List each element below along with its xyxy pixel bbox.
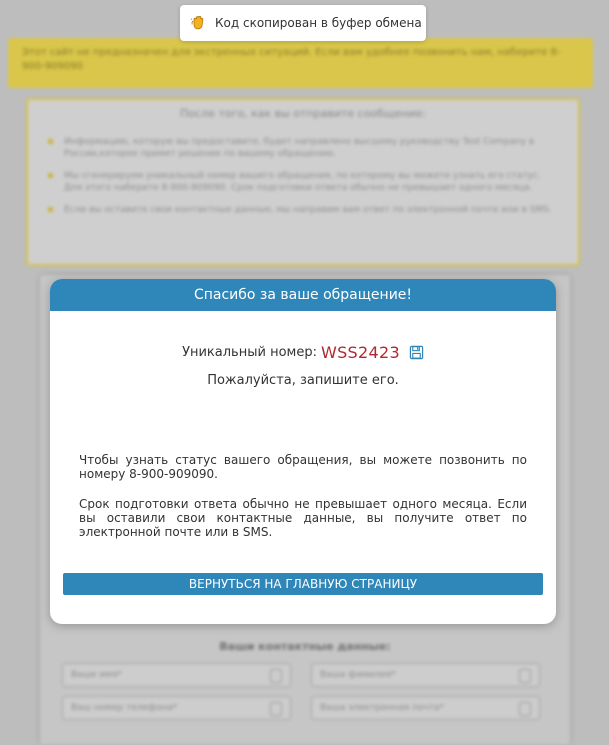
list-item: Если вы оставите свои контактные данные,… <box>48 204 560 216</box>
name-placeholder: Ваше имя* <box>71 670 122 680</box>
toast-text: Код скопирован в буфер обмена <box>215 16 422 30</box>
name-field[interactable]: Ваше имя* <box>62 663 291 687</box>
phone-placeholder: Ваш номер телефона* <box>71 703 178 713</box>
floppy-save-icon[interactable] <box>409 345 424 360</box>
clapping-hand-icon <box>190 15 204 30</box>
unique-number-value: WSS2423 <box>320 343 400 362</box>
copied-toast: Код скопирован в буфер обмена <box>180 5 426 41</box>
thank-you-modal: Спасибо за ваше обращение! Уникальный но… <box>50 279 556 624</box>
after-submit-list: Информацию, которую вы предоставите, буд… <box>46 136 560 216</box>
surname-field[interactable]: Ваша фамилия* <box>311 663 540 687</box>
contact-section-title: Ваши контактные данные: <box>219 640 391 653</box>
after-submit-title: После того, как вы отправите сообщение: <box>180 107 426 120</box>
envelope-icon <box>519 702 531 716</box>
list-item: Мы сгенерируем уникальный номер вашего о… <box>48 170 560 194</box>
surname-placeholder: Ваша фамилия* <box>320 670 396 680</box>
phone-field[interactable]: Ваш номер телефона* <box>62 696 291 720</box>
unique-number-row: Уникальный номер: WSS2423 <box>50 343 556 362</box>
user-icon <box>270 669 282 683</box>
after-submit-info: После того, как вы отправите сообщение: … <box>26 98 580 266</box>
response-time-text: Срок подготовки ответа обычно не превыша… <box>79 497 527 539</box>
modal-title: Спасибо за ваше обращение! <box>50 279 556 311</box>
phone-icon <box>270 702 282 716</box>
user-icon <box>519 669 531 683</box>
emergency-notice: Этот сайт не предназначен для экстренных… <box>8 38 593 88</box>
email-field[interactable]: Ваша электронная почта* <box>311 696 540 720</box>
emergency-notice-text: Этот сайт не предназначен для экстренных… <box>22 47 561 72</box>
back-to-home-button[interactable]: ВЕРНУТЬСЯ НА ГЛАВНУЮ СТРАНИЦУ <box>63 573 543 595</box>
write-it-down-text: Пожалуйста, запишите его. <box>207 373 399 388</box>
email-placeholder: Ваша электронная почта* <box>320 703 444 713</box>
list-item: Информацию, которую вы предоставите, буд… <box>48 136 560 160</box>
status-info-text: Чтобы узнать статус вашего обращения, вы… <box>79 453 527 481</box>
unique-number-label: Уникальный номер: <box>182 345 317 360</box>
